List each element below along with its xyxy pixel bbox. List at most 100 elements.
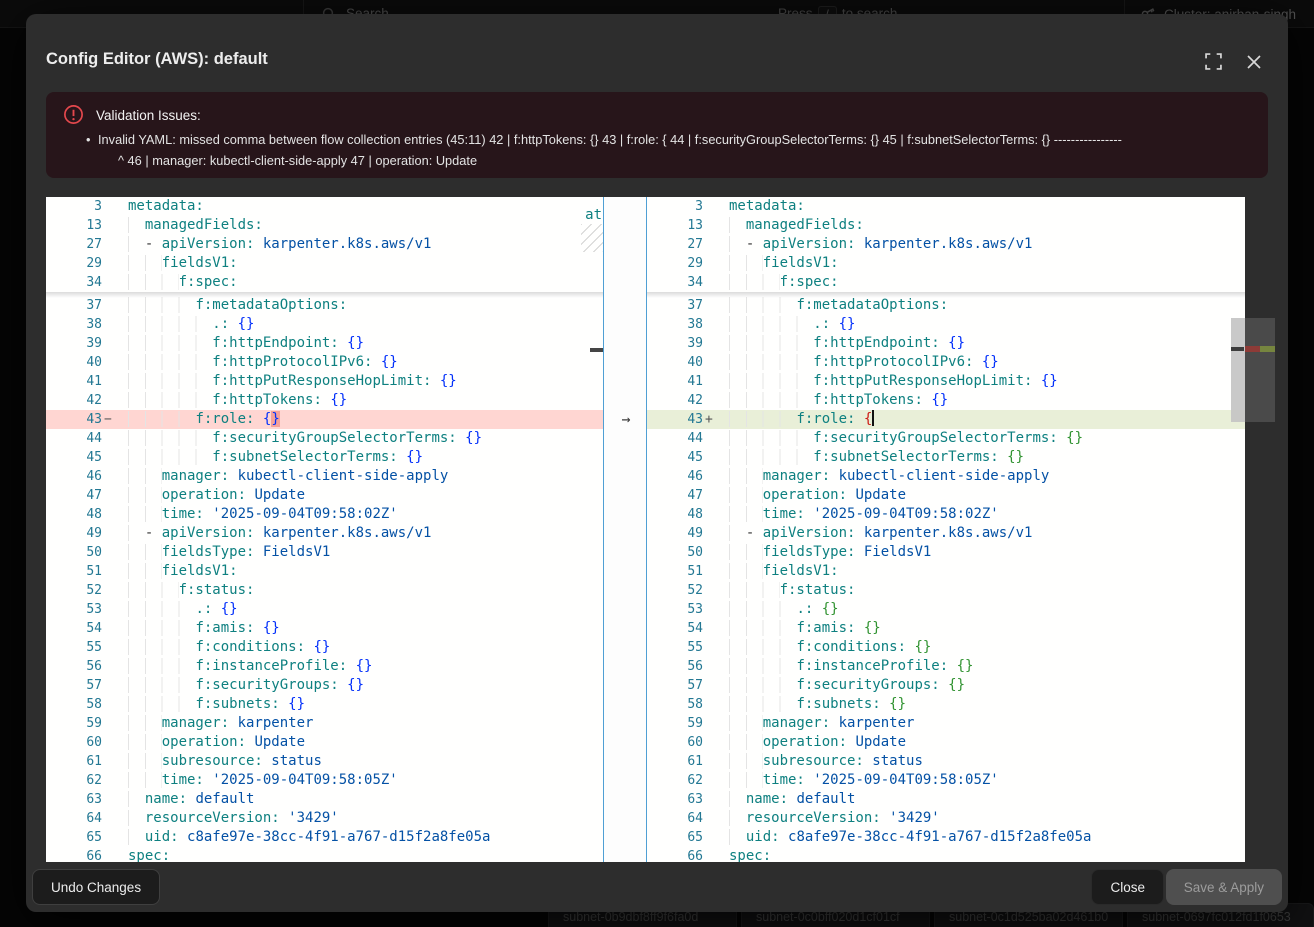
vertical-scrollbar-thumb[interactable] — [1231, 318, 1245, 422]
code-line[interactable]: 61 subresource: status — [46, 752, 603, 771]
code-line[interactable]: 34 f:spec: — [46, 273, 603, 292]
code-line[interactable]: 57 f:securityGroups: {} — [46, 676, 603, 695]
code-line[interactable]: 27 - apiVersion: karpenter.k8s.aws/v1 — [647, 235, 1245, 254]
code-line[interactable]: 50 fieldsType: FieldsV1 — [647, 543, 1245, 562]
code-line[interactable]: 44 f:securityGroupSelectorTerms: {} — [46, 429, 603, 448]
line-number: 56 — [647, 657, 703, 676]
code-line[interactable]: 64 resourceVersion: '3429' — [647, 809, 1245, 828]
code-line[interactable]: 49 - apiVersion: karpenter.k8s.aws/v1 — [647, 524, 1245, 543]
code-line[interactable]: 53 .: {} — [647, 600, 1245, 619]
fullscreen-button[interactable] — [1205, 53, 1222, 70]
line-number: 50 — [647, 543, 703, 562]
code-line[interactable]: 34 f:spec: — [647, 273, 1245, 292]
line-number: 47 — [647, 486, 703, 505]
code-line[interactable]: 42 f:httpTokens: {} — [46, 391, 603, 410]
code-line[interactable]: 51 fieldsV1: — [647, 562, 1245, 581]
code-line[interactable]: 54 f:amis: {} — [46, 619, 603, 638]
validation-issue-item: • Invalid YAML: missed comma between flo… — [86, 129, 1246, 171]
code-line[interactable]: 13 managedFields: — [46, 216, 603, 235]
code-line[interactable]: 29 fieldsV1: — [46, 254, 603, 273]
code-line[interactable]: 44 f:securityGroupSelectorTerms: {} — [647, 429, 1245, 448]
line-number: 57 — [647, 676, 703, 695]
code-line[interactable]: 60 operation: Update — [647, 733, 1245, 752]
code-line[interactable]: 52 f:status: — [647, 581, 1245, 600]
modified-pane[interactable]: 3metadata:13 managedFields:27 - apiVersi… — [647, 197, 1245, 862]
line-number: 61 — [46, 752, 102, 771]
code-line[interactable]: 42 f:httpTokens: {} — [647, 391, 1245, 410]
code-line[interactable]: 57 f:securityGroups: {} — [647, 676, 1245, 695]
code-line[interactable]: 56 f:instanceProfile: {} — [46, 657, 603, 676]
code-line[interactable]: 58 f:subnets: {} — [647, 695, 1245, 714]
code-line[interactable]: 52 f:status: — [46, 581, 603, 600]
code-line[interactable]: 39 f:httpEndpoint: {} — [46, 334, 603, 353]
code-line[interactable]: 65 uid: c8afe97e-38cc-4f91-a767-d15f2a8f… — [647, 828, 1245, 847]
code-line[interactable]: 66spec: — [647, 847, 1245, 862]
code-line[interactable]: 50 fieldsType: FieldsV1 — [46, 543, 603, 562]
line-number: 51 — [46, 562, 102, 581]
code-line[interactable]: 45 f:subnetSelectorTerms: {} — [647, 448, 1245, 467]
code-line[interactable]: 3metadata: — [46, 197, 603, 216]
code-line[interactable]: 66spec: — [46, 847, 603, 862]
line-number: 3 — [46, 197, 102, 216]
config-editor-modal: Config Editor (AWS): default Validation … — [26, 14, 1288, 912]
code-line[interactable]: 47 operation: Update — [647, 486, 1245, 505]
code-line[interactable]: 48 time: '2025-09-04T09:58:02Z' — [647, 505, 1245, 524]
code-line[interactable]: 55 f:conditions: {} — [647, 638, 1245, 657]
code-line[interactable]: 40 f:httpProtocolIPv6: {} — [46, 353, 603, 372]
line-number: 54 — [46, 619, 102, 638]
code-line[interactable]: 48 time: '2025-09-04T09:58:02Z' — [46, 505, 603, 524]
code-line[interactable]: 63 name: default — [46, 790, 603, 809]
code-line[interactable]: 27 - apiVersion: karpenter.k8s.aws/v1 — [46, 235, 603, 254]
error-icon — [63, 104, 84, 130]
code-line[interactable]: 56 f:instanceProfile: {} — [647, 657, 1245, 676]
diff-editor-sash[interactable]: → — [603, 197, 647, 862]
code-line[interactable]: 43− f:role: {} — [46, 410, 603, 429]
original-pane[interactable]: 3metadata:13 managedFields:27 - apiVersi… — [46, 197, 603, 862]
code-line[interactable]: 41 f:httpPutResponseHopLimit: {} — [647, 372, 1245, 391]
close-button[interactable]: Close — [1091, 869, 1164, 905]
line-number: 65 — [647, 828, 703, 847]
code-line[interactable]: 41 f:httpPutResponseHopLimit: {} — [46, 372, 603, 391]
code-line[interactable]: 49 - apiVersion: karpenter.k8s.aws/v1 — [46, 524, 603, 543]
code-line[interactable]: 46 manager: kubectl-client-side-apply — [647, 467, 1245, 486]
code-line[interactable]: 45 f:subnetSelectorTerms: {} — [46, 448, 603, 467]
code-line[interactable]: 47 operation: Update — [46, 486, 603, 505]
code-line[interactable]: 43+ f:role: { — [647, 410, 1245, 429]
code-line[interactable]: 59 manager: karpenter — [46, 714, 603, 733]
code-line[interactable]: 62 time: '2025-09-04T09:58:05Z' — [46, 771, 603, 790]
code-line[interactable]: 51 fieldsV1: — [46, 562, 603, 581]
line-number: 13 — [46, 216, 102, 235]
line-number: 50 — [46, 543, 102, 562]
code-line[interactable]: 53 .: {} — [46, 600, 603, 619]
close-icon[interactable] — [1246, 53, 1262, 70]
code-line[interactable]: 13 managedFields: — [647, 216, 1245, 235]
code-line[interactable]: 59 manager: karpenter — [647, 714, 1245, 733]
line-number: 58 — [46, 695, 102, 714]
revert-change-arrow[interactable]: → — [614, 410, 638, 429]
code-line[interactable]: 39 f:httpEndpoint: {} — [647, 334, 1245, 353]
line-number: 66 — [46, 847, 102, 862]
yaml-diff-editor[interactable]: 3metadata:13 managedFields:27 - apiVersi… — [46, 197, 1245, 862]
code-line[interactable]: 55 f:conditions: {} — [46, 638, 603, 657]
undo-changes-button[interactable]: Undo Changes — [32, 869, 160, 905]
code-line[interactable]: 63 name: default — [647, 790, 1245, 809]
overview-cursor-mark — [590, 348, 603, 352]
code-line[interactable]: 29 fieldsV1: — [647, 254, 1245, 273]
line-number: 58 — [647, 695, 703, 714]
code-line[interactable]: 54 f:amis: {} — [647, 619, 1245, 638]
code-line[interactable]: 65 uid: c8afe97e-38cc-4f91-a767-d15f2a8f… — [46, 828, 603, 847]
code-line[interactable]: 40 f:httpProtocolIPv6: {} — [647, 353, 1245, 372]
code-line[interactable]: 38 .: {} — [647, 315, 1245, 334]
code-line[interactable]: 62 time: '2025-09-04T09:58:05Z' — [647, 771, 1245, 790]
code-line[interactable]: 46 manager: kubectl-client-side-apply — [46, 467, 603, 486]
code-line[interactable]: 64 resourceVersion: '3429' — [46, 809, 603, 828]
code-line[interactable]: 58 f:subnets: {} — [46, 695, 603, 714]
code-line[interactable]: 60 operation: Update — [46, 733, 603, 752]
code-line[interactable]: 3metadata: — [647, 197, 1245, 216]
line-number: 41 — [647, 372, 703, 391]
code-line[interactable]: 37 f:metadataOptions: — [647, 296, 1245, 315]
code-line[interactable]: 38 .: {} — [46, 315, 603, 334]
overview-deletion-mark — [1245, 346, 1260, 352]
code-line[interactable]: 61 subresource: status — [647, 752, 1245, 771]
code-line[interactable]: 37 f:metadataOptions: — [46, 296, 603, 315]
